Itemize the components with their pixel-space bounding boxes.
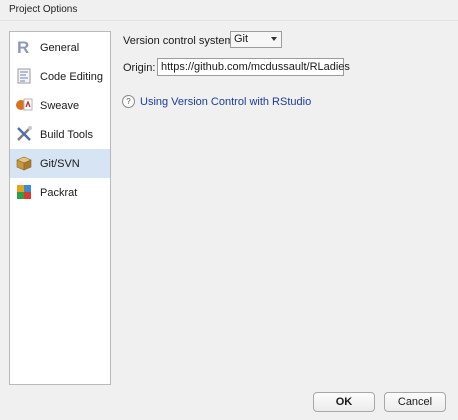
origin-field[interactable]: https://github.com/mcdussault/RLadies <box>157 58 350 76</box>
build-tools-icon <box>17 126 32 141</box>
ok-button[interactable]: OK <box>313 392 375 412</box>
window-title: Project Options <box>9 4 78 15</box>
sweave-icon <box>16 98 33 111</box>
sidebar-item-sweave[interactable]: Sweave <box>10 91 110 120</box>
help-icon: ? <box>122 95 135 108</box>
sidebar-item-git-svn[interactable]: Git/SVN <box>10 149 110 178</box>
help-link[interactable]: ? Using Version Control with RStudio <box>122 95 311 108</box>
sidebar-item-build-tools[interactable]: Build Tools <box>10 120 110 149</box>
help-link-text[interactable]: Using Version Control with RStudio <box>140 96 311 108</box>
origin-label: Origin: <box>123 62 156 74</box>
cancel-button[interactable]: Cancel <box>384 392 446 412</box>
sidebar-item-label: Code Editing <box>40 70 103 83</box>
sidebar-item-label: Sweave <box>40 99 80 112</box>
chevron-down-icon <box>271 37 277 41</box>
sidebar: R General Code Editing Sweave Build Tool… <box>9 31 111 385</box>
r-logo-icon: R <box>17 38 29 56</box>
sidebar-item-label: General <box>40 41 80 54</box>
sidebar-item-label: Git/SVN <box>40 157 80 170</box>
sidebar-item-packrat[interactable]: Packrat <box>10 178 110 207</box>
code-page-icon <box>17 68 31 84</box>
sidebar-item-general[interactable]: R General <box>10 33 110 62</box>
title-bar: Project Options <box>0 0 458 21</box>
sidebar-item-label: Build Tools <box>40 128 93 141</box>
vcs-select[interactable]: Git <box>230 31 282 48</box>
vcs-select-value: Git <box>234 33 249 45</box>
packrat-icon <box>17 185 31 199</box>
vcs-label: Version control system: <box>123 35 237 47</box>
git-box-icon <box>16 156 32 171</box>
sidebar-item-label: Packrat <box>40 186 78 199</box>
svg-text:R: R <box>17 38 29 56</box>
sidebar-item-code-editing[interactable]: Code Editing <box>10 62 110 91</box>
